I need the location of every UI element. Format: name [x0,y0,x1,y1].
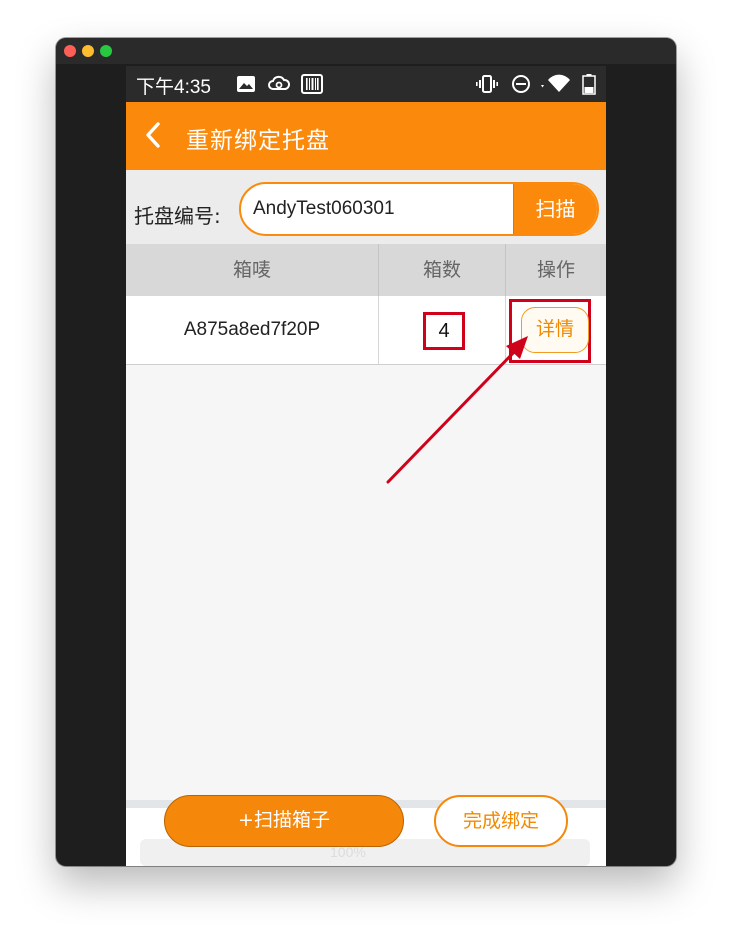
minimize-window-button[interactable] [82,45,94,57]
empty-list-area [126,366,606,812]
detail-button[interactable]: 详情 [521,307,589,353]
window-titlebar [56,38,676,64]
table-row: A875a8ed7f20P 4 详情 [126,296,606,365]
box-count-value: 4 [423,312,465,350]
app-window: 下午4:35 重新绑定托盘 托盘编号: AndyTest060301 扫描 箱唛… [56,38,676,866]
scan-pallet-button[interactable]: 扫描 [513,184,597,234]
column-header-count: 箱数 [378,244,505,296]
pallet-number-label: 托盘编号: [134,204,221,228]
do-not-disturb-icon [512,75,530,93]
back-button[interactable] [138,118,174,154]
pallet-number-input[interactable] [241,184,513,234]
app-header: 重新绑定托盘 [126,102,606,170]
pallet-search-group: 扫描 [239,182,599,236]
page-title: 重新绑定托盘 [186,128,330,154]
status-bar: 下午4:35 [126,66,606,102]
cloud-sync-icon [268,75,290,90]
finish-binding-button[interactable]: 完成绑定 [434,795,568,847]
pallet-number-row: 托盘编号: 扫描 [126,170,606,244]
box-table: 箱唛 箱数 操作 A875a8ed7f20P 4 详情 [126,244,606,365]
image-icon [237,76,255,92]
column-header-action: 操作 [505,244,606,296]
close-window-button[interactable] [64,45,76,57]
chevron-left-icon [146,122,160,148]
phone-screen: 下午4:35 重新绑定托盘 托盘编号: AndyTest060301 扫描 箱唛… [126,66,606,866]
column-header-mark: 箱唛 [232,259,271,281]
scan-box-button[interactable]: +扫描箱子 [164,795,404,847]
table-header: 箱唛 箱数 操作 [126,244,606,296]
box-mark-cell: A875a8ed7f20P [183,319,321,340]
wifi-icon [541,74,570,92]
barcode-icon [301,74,323,94]
status-time: 下午4:35 [136,77,211,98]
vibrate-icon [476,75,498,93]
battery-icon [582,74,596,95]
zoom-window-button[interactable] [100,45,112,57]
